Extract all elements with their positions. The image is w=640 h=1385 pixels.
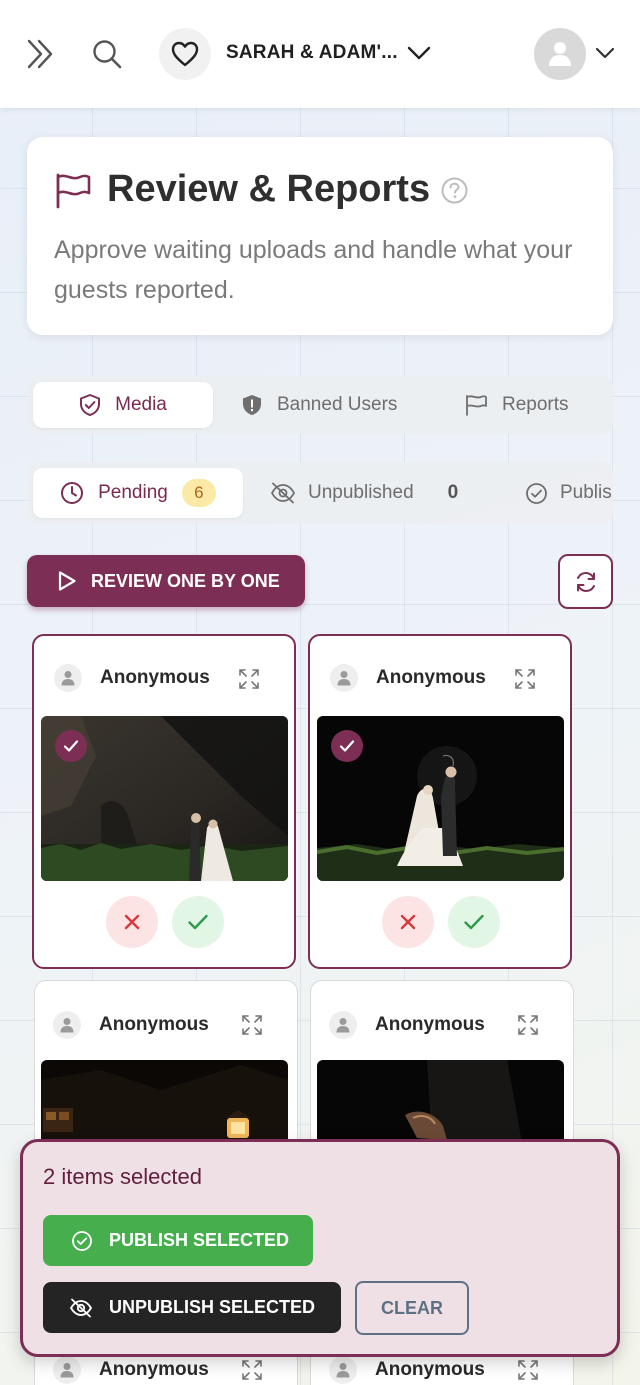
flag-outline-icon: [464, 394, 488, 416]
page-description: Approve waiting uploads and handle what …: [54, 236, 573, 304]
clear-selection-button[interactable]: CLEAR: [355, 1281, 469, 1335]
main-tabs: Media Banned Users Reports: [27, 376, 613, 434]
tab-reports-label: Reports: [502, 394, 569, 415]
check-circle-icon: [71, 1230, 93, 1252]
heart-icon: [171, 41, 199, 67]
eye-off-icon: [270, 482, 296, 504]
tab-reports[interactable]: Reports: [464, 382, 569, 428]
media-thumbnail[interactable]: [41, 716, 288, 881]
user-avatar-icon: [53, 1356, 81, 1384]
review-one-by-one-label: REVIEW ONE BY ONE: [91, 570, 280, 591]
tab-banned-users[interactable]: Banned Users: [241, 382, 397, 428]
unpublished-count: 0: [447, 482, 459, 503]
user-avatar-icon: [329, 1356, 357, 1384]
check-icon: [463, 913, 485, 931]
tab-published-label: Publis: [560, 482, 612, 503]
account-chevron-down-icon[interactable]: [594, 45, 616, 61]
expand-icon[interactable]: [514, 668, 536, 690]
publish-selected-label: PUBLISH SELECTED: [109, 1230, 290, 1250]
uploader-name: Anonymous: [375, 1014, 485, 1035]
selected-check-badge[interactable]: [55, 730, 87, 762]
tab-pending[interactable]: Pending 6: [33, 468, 243, 518]
check-circle-icon: [525, 482, 548, 505]
user-avatar-icon: [53, 1011, 81, 1039]
card-uploader: Anonymous: [54, 664, 210, 692]
selected-check-badge[interactable]: [331, 730, 363, 762]
user-avatar-icon: [54, 664, 82, 692]
user-avatar[interactable]: [534, 28, 586, 80]
x-icon: [399, 913, 417, 931]
status-tabs: Pending 6 Unpublished 0 Publis: [27, 462, 613, 524]
approve-button[interactable]: [448, 896, 500, 948]
page-title: Review & Reports: [107, 168, 431, 210]
card-uploader: Anonymous: [329, 1011, 485, 1039]
uploader-name: Anonymous: [375, 1359, 485, 1380]
expand-icon[interactable]: [517, 1359, 539, 1381]
review-one-by-one-button[interactable]: REVIEW ONE BY ONE: [27, 555, 305, 607]
user-avatar-icon: [329, 1011, 357, 1039]
shield-check-icon: [79, 393, 101, 417]
media-card[interactable]: Anonymous: [32, 634, 296, 969]
approve-button[interactable]: [172, 896, 224, 948]
eye-off-icon: [69, 1298, 93, 1318]
card-uploader: Anonymous: [53, 1011, 209, 1039]
uploader-name: Anonymous: [99, 1359, 209, 1380]
card-uploader: Anonymous: [329, 1356, 485, 1384]
flag-icon: [54, 173, 92, 209]
pending-count-badge: 6: [181, 479, 216, 507]
publish-selected-button[interactable]: PUBLISH SELECTED: [43, 1215, 313, 1266]
event-heart-button[interactable]: [159, 28, 211, 80]
check-icon: [187, 913, 209, 931]
card-uploader: Anonymous: [330, 664, 486, 692]
selected-count-text: 2 items selected: [43, 1164, 202, 1189]
expand-icon[interactable]: [517, 1014, 539, 1036]
event-chevron-down-icon[interactable]: [406, 44, 432, 62]
refresh-button[interactable]: [558, 554, 613, 609]
uploader-name: Anonymous: [100, 667, 210, 688]
unpublish-selected-button[interactable]: UNPUBLISH SELECTED: [43, 1282, 341, 1333]
expand-icon[interactable]: [241, 1359, 263, 1381]
search-icon[interactable]: [92, 39, 122, 69]
media-card[interactable]: Anonymous: [308, 634, 572, 969]
user-avatar-icon: [330, 664, 358, 692]
tab-media[interactable]: Media: [33, 382, 213, 428]
top-bar: SARAH & ADAM'...: [0, 0, 640, 108]
expand-icon[interactable]: [238, 668, 260, 690]
event-title[interactable]: SARAH & ADAM'...: [226, 42, 398, 64]
media-thumbnail[interactable]: [317, 716, 564, 881]
clock-icon: [60, 481, 84, 505]
uploader-name: Anonymous: [99, 1014, 209, 1035]
tab-unpublished-label: Unpublished: [308, 482, 414, 503]
tab-published[interactable]: Publis: [525, 468, 612, 518]
unpublish-selected-label: UNPUBLISH SELECTED: [109, 1297, 316, 1317]
refresh-icon: [574, 570, 598, 594]
play-icon: [57, 570, 77, 592]
double-chevron-right-icon[interactable]: [26, 38, 56, 70]
user-avatar-icon: [547, 40, 573, 68]
tab-media-label: Media: [115, 394, 167, 415]
card-uploader: Anonymous: [53, 1356, 209, 1384]
tab-pending-label: Pending: [98, 482, 168, 503]
expand-icon[interactable]: [241, 1014, 263, 1036]
uploader-name: Anonymous: [376, 667, 486, 688]
tab-banned-users-label: Banned Users: [277, 394, 398, 415]
reject-button[interactable]: [106, 896, 158, 948]
tab-unpublished[interactable]: Unpublished 0: [270, 468, 458, 518]
help-icon[interactable]: [441, 177, 468, 204]
shield-alert-icon: [241, 393, 263, 417]
reject-button[interactable]: [382, 896, 434, 948]
x-icon: [123, 913, 141, 931]
